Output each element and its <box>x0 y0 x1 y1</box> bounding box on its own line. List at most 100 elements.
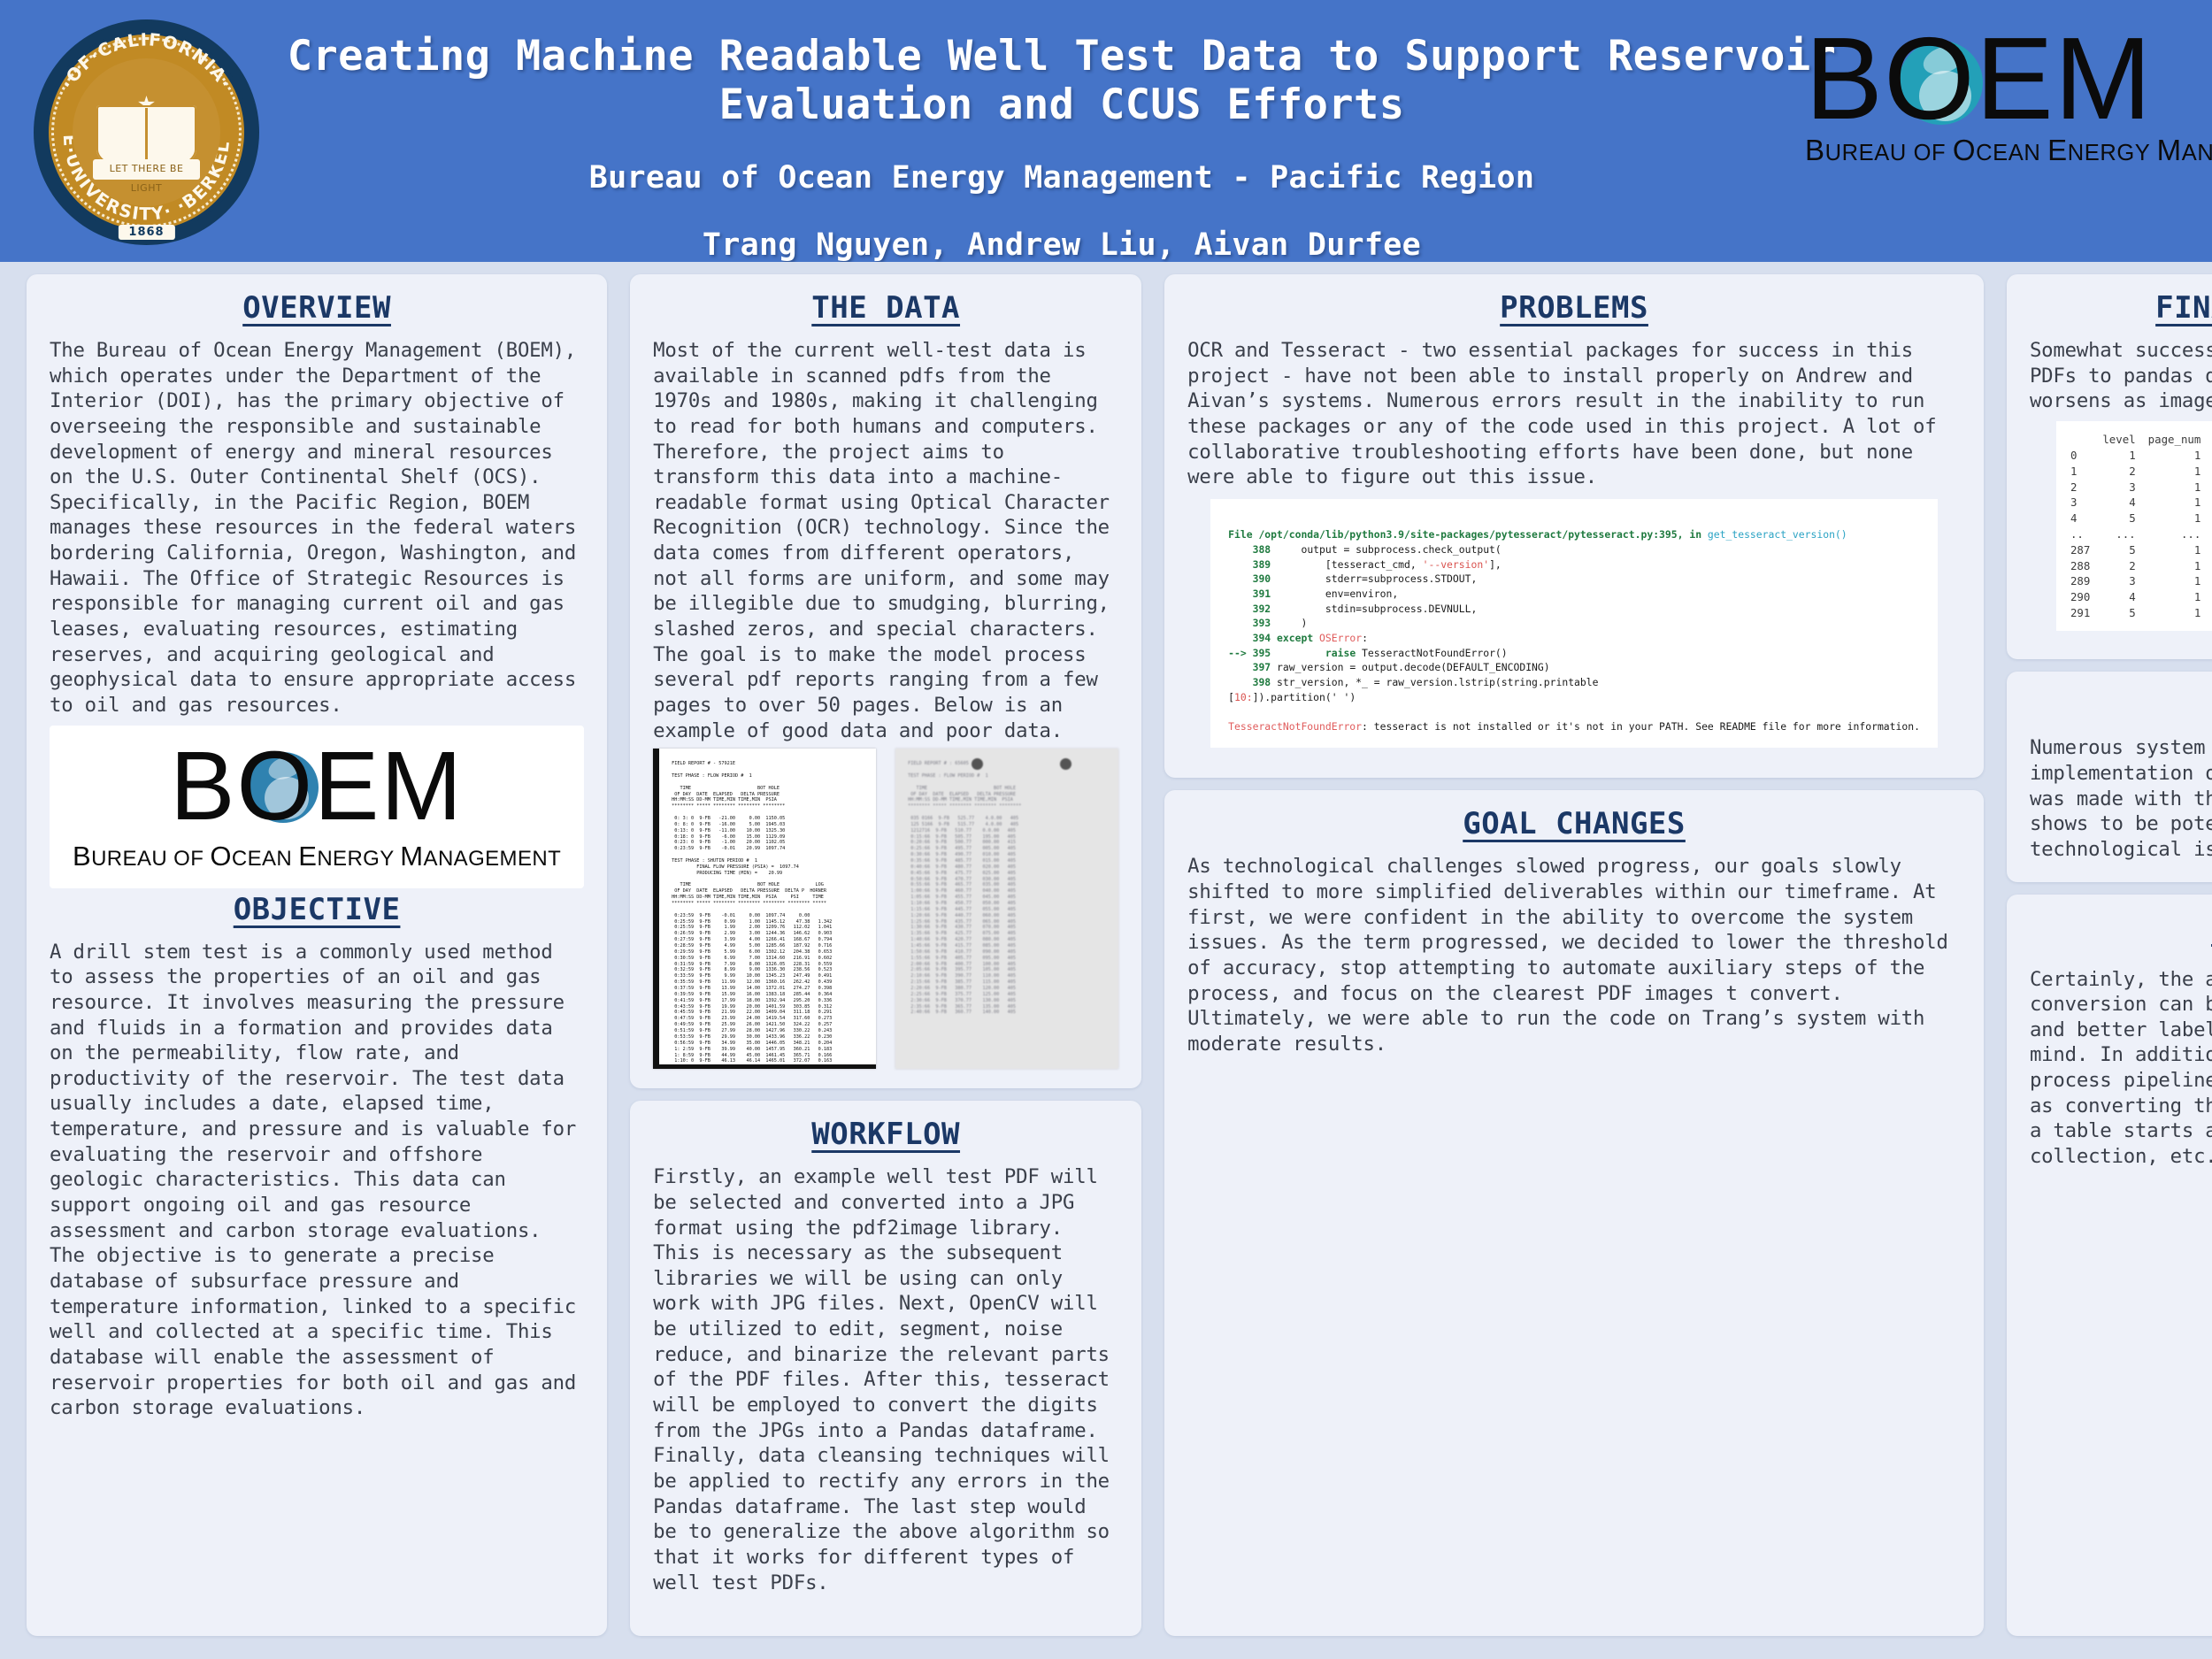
dataframe-cell: 5 <box>2129 605 2136 619</box>
dataframe-cell: 28 <box>2207 541 2212 557</box>
poster-authors: Trang Nguyen, Andrew Liu, Aivan Durfee <box>702 227 1422 262</box>
traceback-function-name: get_tesseract_version() <box>1707 528 1847 541</box>
section-final-deliverable: FINAL DELIVERABLE Somewhat successful co… <box>2006 274 2212 660</box>
dataframe-cell: 4 <box>2129 495 2136 510</box>
dataframe-cell: 3 <box>2129 574 2136 588</box>
section-workflow: WORKFLOW Firstly, an example well test P… <box>630 1101 1142 1636</box>
table-row: 2311100925 <box>2069 479 2212 495</box>
dataframe-cell: 3 <box>2070 495 2078 510</box>
table-row: 2893129100977266 <box>2069 573 2212 589</box>
poster-header: ·OF·CALIFORNIA· THE·UNIVERSITY· ·BERKELE… <box>0 0 2212 262</box>
dataframe-cell: 1 <box>2193 558 2201 572</box>
poster-column-3: PROBLEMS OCR and Tesseract - two essenti… <box>1164 274 1984 1636</box>
dataframe-cell: 1 <box>2193 480 2201 494</box>
dataframe-cell: 5 <box>2129 511 2136 526</box>
dataframe-cell: 1 <box>2207 511 2212 526</box>
boem-logo-card: BOEM BUREAU OF OCEAN ENERGY MANAGEMENT <box>50 725 585 888</box>
dataframe-table: levelpage_numblock_numpar_numline_numwor… <box>2069 432 2212 620</box>
dataframe-cell: 1 <box>2193 464 2201 478</box>
section-body-overview: The Bureau of Ocean Energy Management (B… <box>50 339 588 717</box>
dataframe-cell: ... <box>2207 526 2212 542</box>
section-goal-changes: GOAL CHANGES As technological challenges… <box>1164 790 1984 1636</box>
poster-column-2: THE DATA Most of the current well-test d… <box>630 274 1142 1636</box>
seal-motto-banner: LET THERE BE LIGHT <box>93 158 200 194</box>
dataframe-cell: 29 <box>2207 557 2212 573</box>
boem-card-wordmark-text: BOEM <box>170 731 465 841</box>
table-row: 2882129000977266 <box>2069 557 2212 573</box>
section-overview: OVERVIEW The Bureau of Ocean Energy Mana… <box>27 274 608 1636</box>
page-title: Creating Machine Readable Well Test Data… <box>287 32 1837 130</box>
dataframe-cell: 1 <box>2207 495 2212 511</box>
table-header-row: levelpage_numblock_numpar_numline_numwor… <box>2069 432 2212 448</box>
section-the-data: THE DATA Most of the current well-test d… <box>630 274 1142 1089</box>
seal-year: 1868 <box>118 225 175 240</box>
dataframe-cell: 1 <box>2193 605 2201 619</box>
poster-column-4: FINAL DELIVERABLE Somewhat successful co… <box>2006 274 2212 1636</box>
dataframe-cell: 1 <box>2207 479 2212 495</box>
dataframe-column-header <box>2069 432 2096 448</box>
dataframe-cell: 29 <box>2207 589 2212 605</box>
dataframe-body: 0110000001211000925231110092534111109254… <box>2069 448 2212 621</box>
dataframe-column-header: level <box>2102 433 2136 447</box>
dataframe-cell: 287 <box>2070 542 2091 557</box>
dataframe-cell: 29 <box>2207 573 2212 589</box>
dataframe-cell: 2 <box>2070 480 2078 494</box>
poster-column-1: OVERVIEW The Bureau of Ocean Energy Mana… <box>27 274 608 1636</box>
traceback-error-message: : tesseract is not installed or it's not… <box>1362 719 1920 733</box>
section-body-future-work: Certainly, the accuracy of the pdf to da… <box>2029 967 2212 1168</box>
dataframe-cell: 1 <box>2207 463 2212 479</box>
table-row: 2915129111977266 <box>2069 605 2212 621</box>
dataframe-cell: 0 <box>2207 448 2212 464</box>
dataframe-cell: 4 <box>2129 590 2136 604</box>
section-title-the-data: THE DATA <box>811 290 961 326</box>
table-row: 1211000925 <box>2069 463 2212 479</box>
section-body-final-deliverable: Somewhat successful conversion from the … <box>2029 339 2212 413</box>
dataframe-cell: 290 <box>2070 590 2091 604</box>
section-body-conclusion: Numerous system issues prevented develop… <box>2029 736 2212 861</box>
dataframe-cell: 0 <box>2070 449 2078 463</box>
dataframe-cell: 1 <box>2193 574 2201 588</box>
dataframe-cell: 1 <box>2129 449 2136 463</box>
section-title-workflow: WORKFLOW <box>811 1117 961 1153</box>
dataframe-cell: 2 <box>2129 558 2136 572</box>
dataframe-cell: 289 <box>2070 574 2091 588</box>
scan-good-text: FIELD REPORT # - 57921E TEST PHASE : FLO… <box>672 761 833 1064</box>
dataframe-cell: 1 <box>2193 590 2201 604</box>
table-row: 3411110925 <box>2069 495 2212 511</box>
dataframe-cell: ... <box>2180 527 2201 541</box>
dataframe-cell: 288 <box>2070 558 2091 572</box>
section-title-final-deliverable: FINAL DELIVERABLE <box>2155 290 2212 326</box>
scanned-pdf-examples: FIELD REPORT # - 57921E TEST PHASE : FLO… <box>653 749 1119 1070</box>
pandas-dataframe-output: levelpage_numblock_numpar_numline_numwor… <box>2055 420 2212 632</box>
poster-body: OVERVIEW The Bureau of Ocean Energy Mana… <box>0 262 2212 1659</box>
section-conclusion: CONCLUSION Numerous system issues preven… <box>2006 672 2212 882</box>
dataframe-cell: 1 <box>2193 542 2201 557</box>
scan-poor-text: FIELD REPORT # : 65605 TEST PHASE : FLOW… <box>908 761 1022 1016</box>
dataframe-header: levelpage_numblock_numpar_numline_numwor… <box>2069 432 2212 448</box>
section-body-workflow: Firstly, an example well test PDF will b… <box>653 1165 1122 1594</box>
traceback-file-line: File /opt/conda/lib/python3.9/site-packa… <box>1228 528 1708 541</box>
seal-inner-field: ★ LET THERE BE LIGHT <box>73 58 220 206</box>
boem-wordmark-text: BOEM <box>1805 13 2153 143</box>
dataframe-cell: 1 <box>2070 464 2078 478</box>
boem-logo-header: BOEM BUREAU OF OCEAN ENERGY MANAGEMENT <box>1805 20 2212 167</box>
table-row: 4511111925 <box>2069 511 2212 526</box>
scan-example-poor-data: FIELD REPORT # : 65605 TEST PHASE : FLOW… <box>895 749 1119 1070</box>
section-future-work: FUTURE WORK Certainly, the accuracy of t… <box>2006 894 2212 1636</box>
dataframe-cell: 3 <box>2129 480 2136 494</box>
dataframe-cell: 1 <box>2193 449 2201 463</box>
section-body-objective: A drill stem test is a commonly used met… <box>50 940 588 1420</box>
dataframe-cell: 5 <box>2129 542 2136 557</box>
section-body-the-data: Most of the current well-test data is av… <box>653 339 1122 742</box>
dataframe-cell: ... <box>2116 527 2136 541</box>
dataframe-cell: 4 <box>2070 511 2078 526</box>
poster-subtitle: Bureau of Ocean Energy Management - Paci… <box>588 159 1535 196</box>
table-row: .......................... <box>2069 526 2212 542</box>
python-traceback-screenshot: File /opt/conda/lib/python3.9/site-packa… <box>1210 498 1938 749</box>
section-title-future-work: FUTURE WORK <box>2030 910 2212 946</box>
dataframe-cell: 1 <box>2193 511 2201 526</box>
dataframe-cell: 291 <box>2070 605 2091 619</box>
traceback-error-name: TesseractNotFoundError <box>1228 719 1363 733</box>
title-block: Creating Machine Readable Well Test Data… <box>283 32 1840 262</box>
